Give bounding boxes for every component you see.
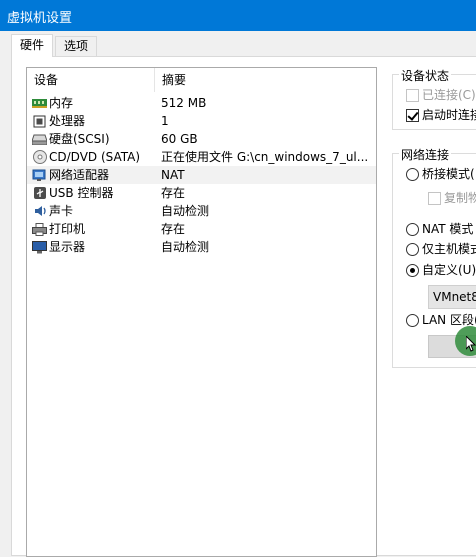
checkbox-box[interactable] — [428, 192, 441, 205]
radio-circle[interactable] — [406, 243, 419, 256]
device-summary: 512 MB — [161, 96, 207, 110]
cd-dvd-icon — [32, 150, 47, 164]
radio-circle[interactable] — [406, 168, 419, 181]
sound-card-icon — [32, 204, 47, 218]
usb-icon — [32, 186, 47, 200]
device-summary: 自动检测 — [161, 240, 210, 254]
column-header-device[interactable]: 设备 — [27, 68, 154, 92]
checkbox-box[interactable] — [406, 89, 419, 102]
memory-icon — [32, 96, 47, 110]
custom-label: 自定义(U) — [422, 263, 476, 277]
column-header-summary[interactable]: 摘要 — [154, 68, 378, 92]
mouse-cursor-icon — [466, 336, 476, 352]
connected-label: 已连接(C) — [422, 88, 476, 102]
device-summary: 1 — [161, 114, 169, 128]
list-item-sound-card[interactable]: 声卡 自动检测 — [27, 202, 376, 220]
display-icon — [32, 240, 47, 254]
device-name: CD/DVD (SATA) — [49, 150, 141, 164]
title-bar: 虚拟机设置 — [0, 0, 476, 31]
list-item-printer[interactable]: 打印机 存在 — [27, 220, 376, 238]
device-name: 显示器 — [49, 240, 86, 254]
harddisk-icon — [32, 132, 47, 146]
printer-icon — [32, 222, 47, 236]
device-name: 打印机 — [49, 222, 86, 236]
list-item-usb-controller[interactable]: USB 控制器 存在 — [27, 184, 376, 202]
connect-on-power-label: 启动时连接 — [422, 108, 476, 122]
device-name: 处理器 — [49, 114, 86, 128]
list-item-processor[interactable]: 处理器 1 — [27, 112, 376, 130]
device-summary: NAT — [161, 168, 185, 182]
device-name: 内存 — [49, 96, 74, 110]
window-title: 虚拟机设置 — [7, 11, 73, 26]
device-name: 网络适配器 — [49, 168, 110, 182]
device-summary: 正在使用文件 G:\cn_windows_7_ul... — [161, 150, 369, 164]
device-summary: 60 GB — [161, 132, 198, 146]
device-name: 硬盘(SCSI) — [49, 132, 110, 146]
checkbox-box[interactable] — [406, 109, 419, 122]
radio-circle[interactable] — [406, 264, 419, 277]
processor-icon — [32, 114, 47, 128]
list-item-display[interactable]: 显示器 自动检测 — [27, 238, 376, 256]
tab-options[interactable]: 选项 — [55, 36, 98, 56]
radio-circle[interactable] — [406, 223, 419, 236]
list-item-network-adapter[interactable]: 网络适配器 NAT — [27, 166, 376, 184]
device-summary: 存在 — [161, 186, 186, 200]
device-summary: 自动检测 — [161, 204, 210, 218]
list-item-harddisk[interactable]: 硬盘(SCSI) 60 GB — [27, 130, 376, 148]
bridged-label: 桥接模式( — [422, 167, 475, 181]
device-summary: 存在 — [161, 222, 186, 236]
host-only-label: 仅主机模式 — [422, 242, 476, 256]
device-name: 声卡 — [49, 204, 74, 218]
replicate-label: 复制物 — [444, 191, 476, 205]
list-item-cd-dvd[interactable]: CD/DVD (SATA) 正在使用文件 G:\cn_windows_7_ul.… — [27, 148, 376, 166]
device-status-legend: 设备状态 — [399, 67, 452, 84]
device-name: USB 控制器 — [49, 186, 114, 200]
network-adapter-icon — [32, 168, 47, 182]
nat-label: NAT 模式 — [422, 222, 474, 236]
tab-hardware[interactable]: 硬件 — [11, 34, 54, 57]
device-list[interactable]: 设备 摘要 内存 512 MB 处理器 1 硬盘(SCSI) 60 GB CD/… — [26, 67, 377, 557]
list-item-memory[interactable]: 内存 512 MB — [27, 94, 376, 112]
custom-network-select[interactable]: VMnet8 — [428, 285, 476, 309]
network-connection-legend: 网络连接 — [399, 146, 452, 163]
radio-circle[interactable] — [406, 314, 419, 327]
